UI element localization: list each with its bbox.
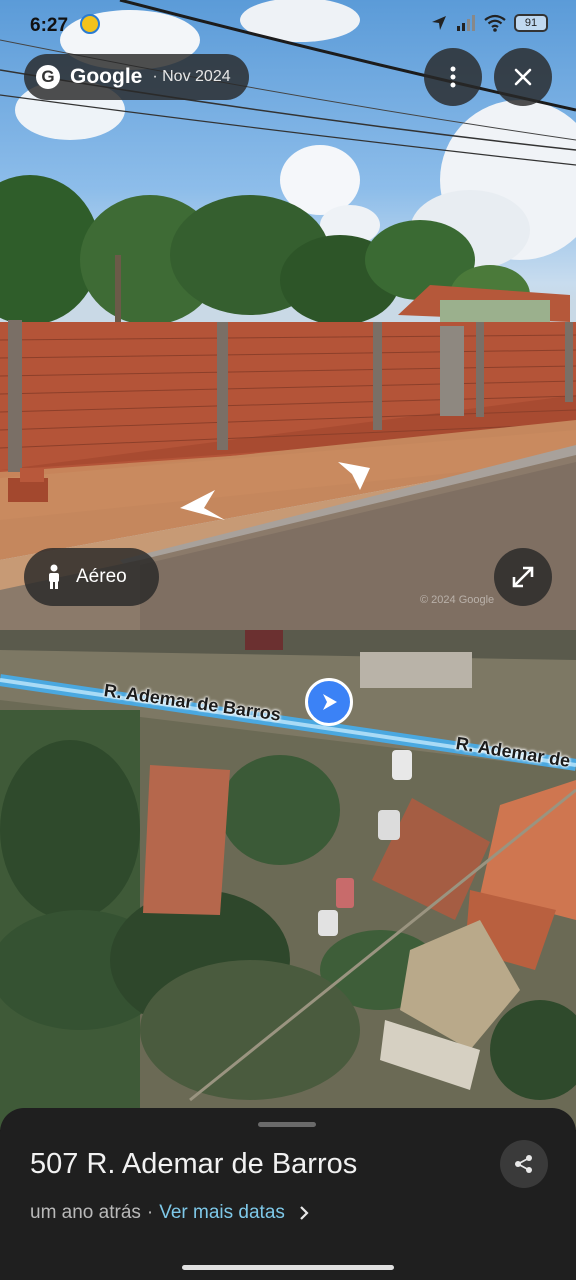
share-button[interactable] bbox=[500, 1140, 548, 1188]
person-icon bbox=[49, 564, 59, 589]
status-time: 6:27 bbox=[30, 15, 69, 36]
capture-age: um ano atrás bbox=[30, 1202, 141, 1223]
battery-icon: 91 bbox=[514, 14, 548, 32]
location-icon bbox=[432, 16, 446, 30]
more-options-button[interactable] bbox=[424, 48, 482, 106]
google-brand: Google bbox=[70, 65, 143, 88]
aerial-label: Aéreo bbox=[76, 566, 127, 587]
copyright-watermark: © 2024 Google bbox=[420, 594, 495, 606]
capture-date: · Nov 2024 bbox=[152, 68, 231, 85]
expand-icon bbox=[512, 566, 534, 588]
wifi-icon bbox=[484, 14, 506, 32]
google-logo-icon: G bbox=[36, 65, 60, 89]
street-view-panorama[interactable]: 6:27 91 G Google · Nov 2024 Aéreo © 2024… bbox=[0, 0, 576, 630]
aerial-map[interactable] bbox=[0, 630, 576, 1130]
close-button[interactable] bbox=[494, 48, 552, 106]
location-sheet[interactable]: 507 R. Ademar de Barros um ano atrás · V… bbox=[0, 1108, 576, 1280]
close-icon bbox=[514, 68, 532, 86]
app-notification-icon bbox=[80, 14, 100, 34]
capture-meta-row: um ano atrás · Ver mais datas bbox=[30, 1202, 309, 1224]
expand-button[interactable] bbox=[494, 548, 552, 606]
google-date-chip[interactable]: G Google · Nov 2024 bbox=[24, 54, 249, 100]
location-marker[interactable] bbox=[305, 678, 353, 726]
share-icon bbox=[515, 1155, 532, 1173]
navigation-arrow-icon bbox=[323, 694, 337, 710]
status-icons: 91 bbox=[430, 14, 548, 32]
aerial-toggle-button[interactable]: Aéreo bbox=[24, 548, 159, 606]
home-indicator[interactable] bbox=[182, 1265, 394, 1270]
address-title: 507 R. Ademar de Barros bbox=[30, 1148, 358, 1180]
more-vert-icon bbox=[450, 66, 456, 88]
signal-icon bbox=[457, 15, 475, 31]
status-bar: 6:27 91 bbox=[0, 0, 576, 52]
chevron-right-icon[interactable] bbox=[299, 1205, 309, 1221]
drag-handle[interactable] bbox=[258, 1122, 316, 1127]
more-dates-link[interactable]: Ver mais datas bbox=[159, 1202, 285, 1224]
meta-separator: · bbox=[146, 1202, 154, 1223]
satellite-imagery bbox=[0, 630, 576, 1130]
